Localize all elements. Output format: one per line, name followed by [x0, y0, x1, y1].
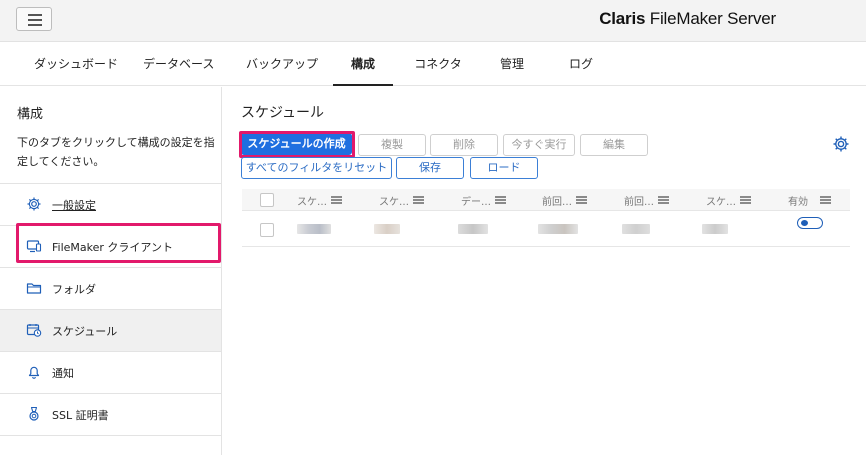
- menu-icon-line: [28, 24, 42, 26]
- column-menu-icon[interactable]: [576, 196, 587, 204]
- column-menu-icon[interactable]: [658, 196, 669, 204]
- settings-gear-icon[interactable]: [832, 135, 850, 153]
- highlight-box-create: [239, 131, 355, 158]
- certificate-icon: [29, 406, 39, 421]
- edit-button[interactable]: 編集: [580, 134, 648, 156]
- sidebar-divider: [0, 435, 221, 436]
- sidebar-item-schedules[interactable]: スケジュール: [0, 309, 221, 351]
- tab-dashboard[interactable]: ダッシュボード: [34, 43, 118, 86]
- redacted-cell: [538, 224, 578, 234]
- schedules-table: スケ… スケ… デー… 前回… 前回… スケ… 有効: [242, 189, 850, 249]
- tab-connectors[interactable]: コネクタ: [414, 43, 462, 86]
- page-title: スケジュール: [241, 105, 325, 121]
- brand-name: FileMaker Server: [645, 9, 776, 28]
- tab-databases[interactable]: データベース: [143, 43, 214, 86]
- hamburger-menu-button[interactable]: [16, 7, 52, 31]
- brand-bold: Claris: [599, 9, 646, 28]
- redacted-cell: [458, 224, 488, 234]
- menu-icon-line: [28, 19, 42, 21]
- redacted-cell: [297, 224, 331, 234]
- save-button[interactable]: 保存: [396, 157, 464, 179]
- sidebar-item-label: 一般設定: [52, 199, 96, 212]
- brand-logo: Claris FileMaker Server: [599, 9, 776, 29]
- duplicate-button[interactable]: 複製: [358, 134, 426, 156]
- sidebar-item-label: スケジュール: [52, 325, 118, 338]
- tab-administration[interactable]: 管理: [499, 43, 525, 86]
- column-header[interactable]: スケ…: [379, 193, 409, 208]
- gear-icon: [27, 197, 41, 211]
- load-button[interactable]: ロード: [470, 157, 538, 179]
- tab-backup[interactable]: バックアップ: [246, 43, 318, 86]
- run-now-button[interactable]: 今すぐ実行: [503, 134, 575, 156]
- redacted-cell: [374, 224, 400, 234]
- column-header[interactable]: 前回…: [542, 193, 572, 208]
- column-menu-icon[interactable]: [820, 196, 831, 204]
- sidebar-item-label: 通知: [52, 367, 74, 380]
- sidebar: 構成 下のタブをクリックして構成の設定を指定してください。 一般設定 FileM…: [0, 87, 222, 455]
- column-menu-icon[interactable]: [331, 196, 342, 204]
- table-row[interactable]: [242, 211, 850, 247]
- bell-icon: [28, 366, 40, 379]
- toggle-knob: [801, 220, 808, 226]
- top-bar: Claris FileMaker Server: [0, 0, 866, 42]
- reset-filters-button[interactable]: すべてのフィルタをリセット: [241, 157, 392, 179]
- folder-icon: [26, 283, 42, 294]
- sidebar-description: 下のタブをクリックして構成の設定を指定してください。: [17, 136, 215, 168]
- column-header[interactable]: 前回…: [624, 193, 654, 208]
- column-header[interactable]: デー…: [461, 193, 491, 208]
- sidebar-item-folders[interactable]: フォルダ: [0, 267, 221, 309]
- redacted-cell: [622, 224, 650, 234]
- menu-icon-line: [28, 14, 42, 16]
- sidebar-item-notifications[interactable]: 通知: [0, 351, 221, 393]
- column-header[interactable]: 有効: [788, 193, 808, 208]
- select-all-checkbox[interactable]: [260, 193, 274, 207]
- enabled-toggle[interactable]: [797, 217, 823, 229]
- redacted-cell: [702, 224, 728, 234]
- column-header[interactable]: スケ…: [297, 193, 327, 208]
- main-nav: ダッシュボード データベース バックアップ 構成 コネクタ 管理 ログ: [0, 43, 866, 86]
- tab-logs[interactable]: ログ: [568, 43, 594, 86]
- sidebar-item-label: SSL 証明書: [52, 409, 109, 422]
- sidebar-item-ssl-certificates[interactable]: SSL 証明書: [0, 393, 221, 435]
- sidebar-item-general-settings[interactable]: 一般設定: [0, 183, 221, 225]
- column-menu-icon[interactable]: [413, 196, 424, 204]
- delete-button[interactable]: 削除: [430, 134, 498, 156]
- tab-configuration[interactable]: 構成: [333, 43, 393, 86]
- column-menu-icon[interactable]: [740, 196, 751, 204]
- row-checkbox[interactable]: [260, 223, 274, 237]
- sidebar-title: 構成: [17, 107, 44, 122]
- highlight-box-schedules: [16, 223, 221, 263]
- table-header: スケ… スケ… デー… 前回… 前回… スケ… 有効: [242, 189, 850, 211]
- column-header[interactable]: スケ…: [706, 193, 736, 208]
- column-menu-icon[interactable]: [495, 196, 506, 204]
- calendar-clock-icon: [26, 324, 42, 337]
- sidebar-item-label: フォルダ: [52, 283, 96, 296]
